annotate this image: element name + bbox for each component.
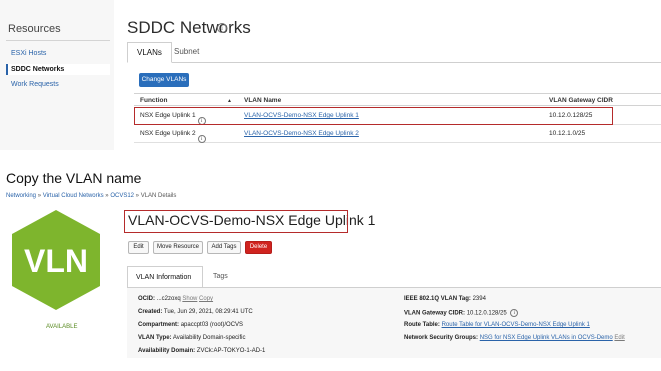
- vlan-badge-text: VLN: [24, 243, 88, 279]
- sidebar-item-sddc-networks[interactable]: SDDC Networks: [6, 64, 110, 75]
- add-tags-button[interactable]: Add Tags: [207, 241, 241, 254]
- move-resource-button[interactable]: Move Resource: [153, 241, 203, 254]
- row-vlan-name-link[interactable]: VLAN-OCVS-Demo-NSX Edge Uplink 2: [244, 130, 359, 137]
- nsg-label: Network Security Groups:: [404, 335, 479, 341]
- gateway-cidr-label: VLAN Gateway CIDR:: [404, 310, 466, 317]
- row-function: NSX Edge Uplink 2i: [140, 130, 206, 143]
- compartment-label: Compartment:: [138, 322, 180, 328]
- breadcrumb-separator: »: [37, 193, 42, 199]
- breadcrumb-vcns[interactable]: Virtual Cloud Networks: [43, 193, 104, 199]
- info-icon[interactable]: i: [510, 309, 519, 317]
- vlan-type-value: Availability Domain-specific: [172, 335, 246, 341]
- compartment-field: Compartment: apaccpt03 (root)/OCVS: [138, 322, 243, 328]
- sidebar-divider: [6, 40, 110, 41]
- highlight-box: [134, 107, 613, 125]
- vlan-badge-icon: VLN: [12, 210, 100, 310]
- table-row: NSX Edge Uplink 2i VLAN-OCVS-Demo-NSX Ed…: [134, 125, 661, 143]
- vlan-type-label: VLAN Type:: [138, 335, 172, 341]
- availability-domain-value: ZVCk:AP-TOKYO-1-AD-1: [196, 348, 266, 354]
- route-table-label: Route Table:: [404, 322, 440, 328]
- sidebar-item-esxi-hosts[interactable]: ESXi Hosts: [8, 48, 112, 59]
- vlan-tag-field: IEEE 802.1Q VLAN Tag: 2394: [404, 296, 486, 302]
- resources-sidebar: Resources ESXi Hosts SDDC Networks Work …: [0, 0, 114, 150]
- vlan-table-header: Function ▲ VLAN Name VLAN Gateway CIDR: [134, 93, 661, 106]
- delete-button[interactable]: Delete: [245, 241, 272, 254]
- highlight-box: [124, 210, 348, 233]
- availability-domain-field: Availability Domain: ZVCk:AP-TOKYO-1-AD-…: [138, 348, 265, 354]
- ocid-label: OCID:: [138, 296, 155, 302]
- nsg-edit-link[interactable]: Edit: [614, 335, 624, 341]
- breadcrumb-separator: »: [105, 193, 109, 199]
- sidebar-item-work-requests[interactable]: Work Requests: [8, 79, 112, 90]
- page-title: SDDC Networks: [127, 18, 251, 37]
- gateway-cidr-field: VLAN Gateway CIDR: 10.12.0.128/25 i: [404, 309, 519, 317]
- tab-subnet[interactable]: Subnet: [165, 42, 208, 63]
- ocid-show-link[interactable]: Show: [182, 296, 197, 302]
- instruction-caption: Copy the VLAN name: [6, 170, 142, 186]
- breadcrumb-networking[interactable]: Networking: [6, 193, 36, 199]
- vlan-tag-value: 2394: [472, 296, 486, 302]
- breadcrumb: Networking » Virtual Cloud Networks » OC…: [6, 193, 176, 199]
- created-label: Created:: [138, 309, 163, 315]
- created-value: Tue, Jun 29, 2021, 08:29:41 UTC: [163, 309, 253, 315]
- vlan-tabbar: VLANs Subnet: [127, 42, 661, 63]
- row-gateway-cidr: 10.12.1.0/25: [549, 130, 586, 137]
- created-field: Created: Tue, Jun 29, 2021, 08:29:41 UTC: [138, 309, 253, 315]
- availability-domain-label: Availability Domain:: [138, 348, 196, 354]
- ocid-value: ...c2zoxq: [156, 296, 181, 302]
- vlan-tag-label: IEEE 802.1Q VLAN Tag:: [404, 296, 471, 302]
- route-table-field: Route Table: Route Table for VLAN-OCVS-D…: [404, 322, 590, 328]
- breadcrumb-current: VLAN Details: [140, 193, 177, 199]
- nsg-field: Network Security Groups: NSG for NSX Edg…: [404, 335, 625, 341]
- vlan-type-field: VLAN Type: Availability Domain-specific: [138, 335, 246, 341]
- col-header-function[interactable]: Function: [140, 97, 167, 104]
- tab-vlan-information[interactable]: VLAN Information: [127, 266, 203, 288]
- ocid-copy-link[interactable]: Copy: [199, 296, 213, 302]
- tab-tags[interactable]: Tags: [205, 266, 236, 288]
- route-table-link[interactable]: Route Table for VLAN-OCVS-Demo-NSX Edge …: [442, 322, 590, 328]
- gateway-cidr-value: 10.12.0.128/25: [466, 310, 507, 317]
- status-badge: AVAILABLE: [46, 324, 78, 330]
- compartment-value: apaccpt03 (root)/OCVS: [180, 322, 244, 328]
- change-vlans-button[interactable]: Change VLANs: [139, 73, 189, 87]
- col-header-gateway-cidr: VLAN Gateway CIDR: [549, 97, 613, 104]
- nsg-link[interactable]: NSG for NSX Edge Uplink VLANs in OCVS-De…: [480, 335, 613, 341]
- info-icon[interactable]: i: [197, 135, 206, 143]
- breadcrumb-separator: »: [135, 193, 140, 199]
- edit-button[interactable]: Edit: [128, 241, 149, 254]
- ocid-field: OCID: ...c2zoxq Show Copy: [138, 296, 213, 302]
- info-icon[interactable]: i: [217, 23, 227, 33]
- col-header-vlan-name: VLAN Name: [244, 97, 282, 104]
- resources-title: Resources: [8, 23, 61, 35]
- row-function-text: NSX Edge Uplink 2: [140, 130, 196, 137]
- sort-ascending-icon[interactable]: ▲: [227, 98, 232, 104]
- breadcrumb-ocvs12[interactable]: OCVS12: [110, 193, 134, 199]
